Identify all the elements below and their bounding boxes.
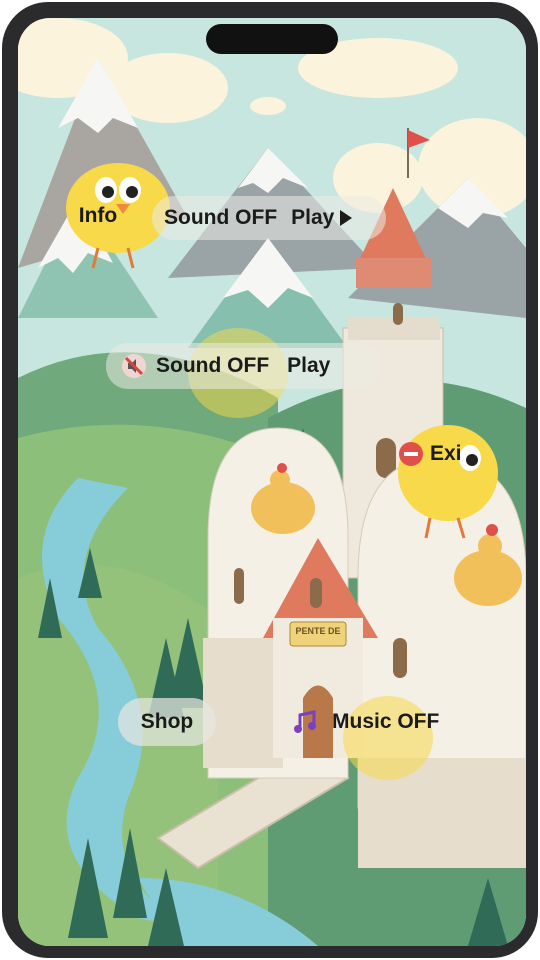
top-menu-bar: Sound OFF Play <box>152 196 386 240</box>
sound-off-button-2[interactable]: Sound OFF <box>156 354 269 378</box>
speaker-muted-icon <box>122 354 146 378</box>
game-screen: PENTE DE Info Sound OFF Play Sound OFF P… <box>18 18 526 946</box>
play-button-1[interactable]: Play <box>291 206 353 230</box>
exit-button[interactable]: Exi <box>398 438 478 470</box>
music-off-button[interactable]: Music OFF <box>290 702 486 742</box>
play-button-2[interactable]: Play <box>287 354 330 378</box>
music-off-label: Music OFF <box>332 710 440 733</box>
castle-sign-text: PENTE DE <box>295 626 341 636</box>
camera-notch <box>206 24 338 54</box>
shop-label: Shop <box>140 710 194 733</box>
no-entry-icon <box>399 442 423 466</box>
shop-button[interactable]: Shop <box>118 698 216 746</box>
play-triangle-icon <box>340 210 353 226</box>
music-note-icon <box>294 710 316 733</box>
sound-play-bar: Sound OFF Play <box>106 343 382 389</box>
phone-frame: PENTE DE Info Sound OFF Play Sound OFF P… <box>2 2 538 958</box>
background-scene <box>18 18 526 946</box>
exit-label: Exi <box>430 442 462 465</box>
sound-off-button-1[interactable]: Sound OFF <box>164 206 277 230</box>
info-label: Info <box>78 204 118 227</box>
info-button[interactable]: Info <box>68 198 128 234</box>
play-label-1: Play <box>291 206 335 229</box>
